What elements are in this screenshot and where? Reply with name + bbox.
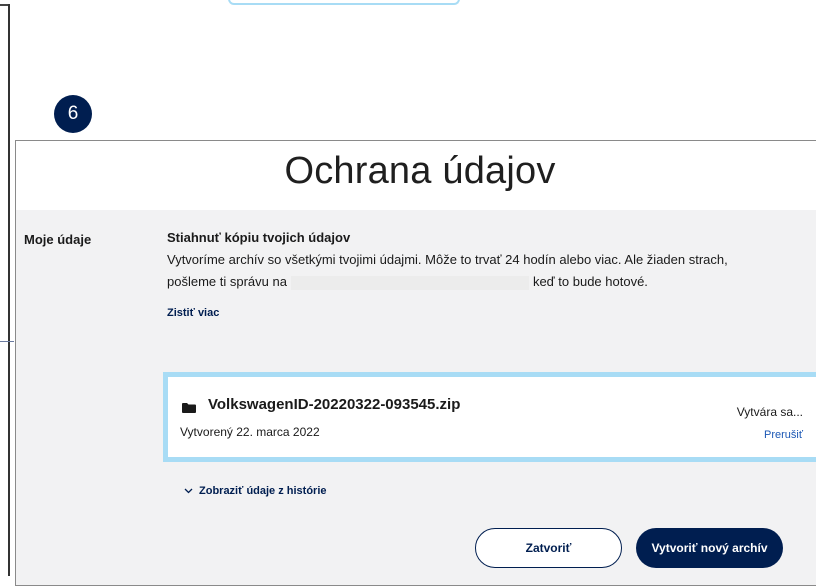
dialog-title: Ochrana údajov — [284, 150, 556, 192]
step-number: 6 — [67, 103, 79, 124]
close-button-label: Zatvoriť — [525, 541, 572, 555]
download-description: Vytvoríme archív so všetkými tvojimi úda… — [167, 249, 767, 293]
dialog-body: Moje údaje Stiahnuť kópiu tvojich údajov… — [16, 210, 816, 585]
archive-file-name: VolkswagenID-20220322-093545.zip — [208, 396, 461, 413]
archive-status: Vytvára sa... — [736, 405, 803, 419]
learn-more-link[interactable]: Zistiť viac — [167, 307, 219, 319]
create-new-archive-label: Vytvoriť nový archív — [651, 541, 768, 555]
step-badge: 6 — [54, 95, 92, 133]
folder-icon — [182, 403, 196, 413]
top-highlight-frame — [228, 0, 460, 5]
archive-created-date: Vytvorený 22. marca 2022 — [180, 425, 320, 439]
download-section: Stiahnuť kópiu tvojich údajov Vytvoríme … — [167, 230, 807, 320]
section-label: Moje údaje — [24, 232, 92, 247]
cancel-archive-link[interactable]: Prerušiť — [764, 429, 803, 441]
history-toggle-label: Zobraziť údaje z histórie — [199, 485, 327, 497]
archive-card: VolkswagenID-20220322-093545.zip Vytvore… — [163, 372, 816, 462]
privacy-dialog: Ochrana údajov Moje údaje Stiahnuť kópiu… — [15, 140, 816, 586]
background-divider — [0, 341, 14, 342]
history-toggle[interactable]: Zobraziť údaje z histórie — [184, 485, 327, 497]
description-text-after: keď to bude hotové. — [532, 274, 648, 289]
create-new-archive-button[interactable]: Vytvoriť nový archív — [636, 528, 783, 568]
close-button[interactable]: Zatvoriť — [475, 528, 622, 568]
background-panel-border — [8, 4, 10, 576]
dialog-header: Ochrana údajov — [16, 141, 816, 209]
redacted-email — [290, 275, 529, 290]
download-title: Stiahnuť kópiu tvojich údajov — [167, 230, 351, 245]
chevron-down-icon — [184, 488, 193, 494]
